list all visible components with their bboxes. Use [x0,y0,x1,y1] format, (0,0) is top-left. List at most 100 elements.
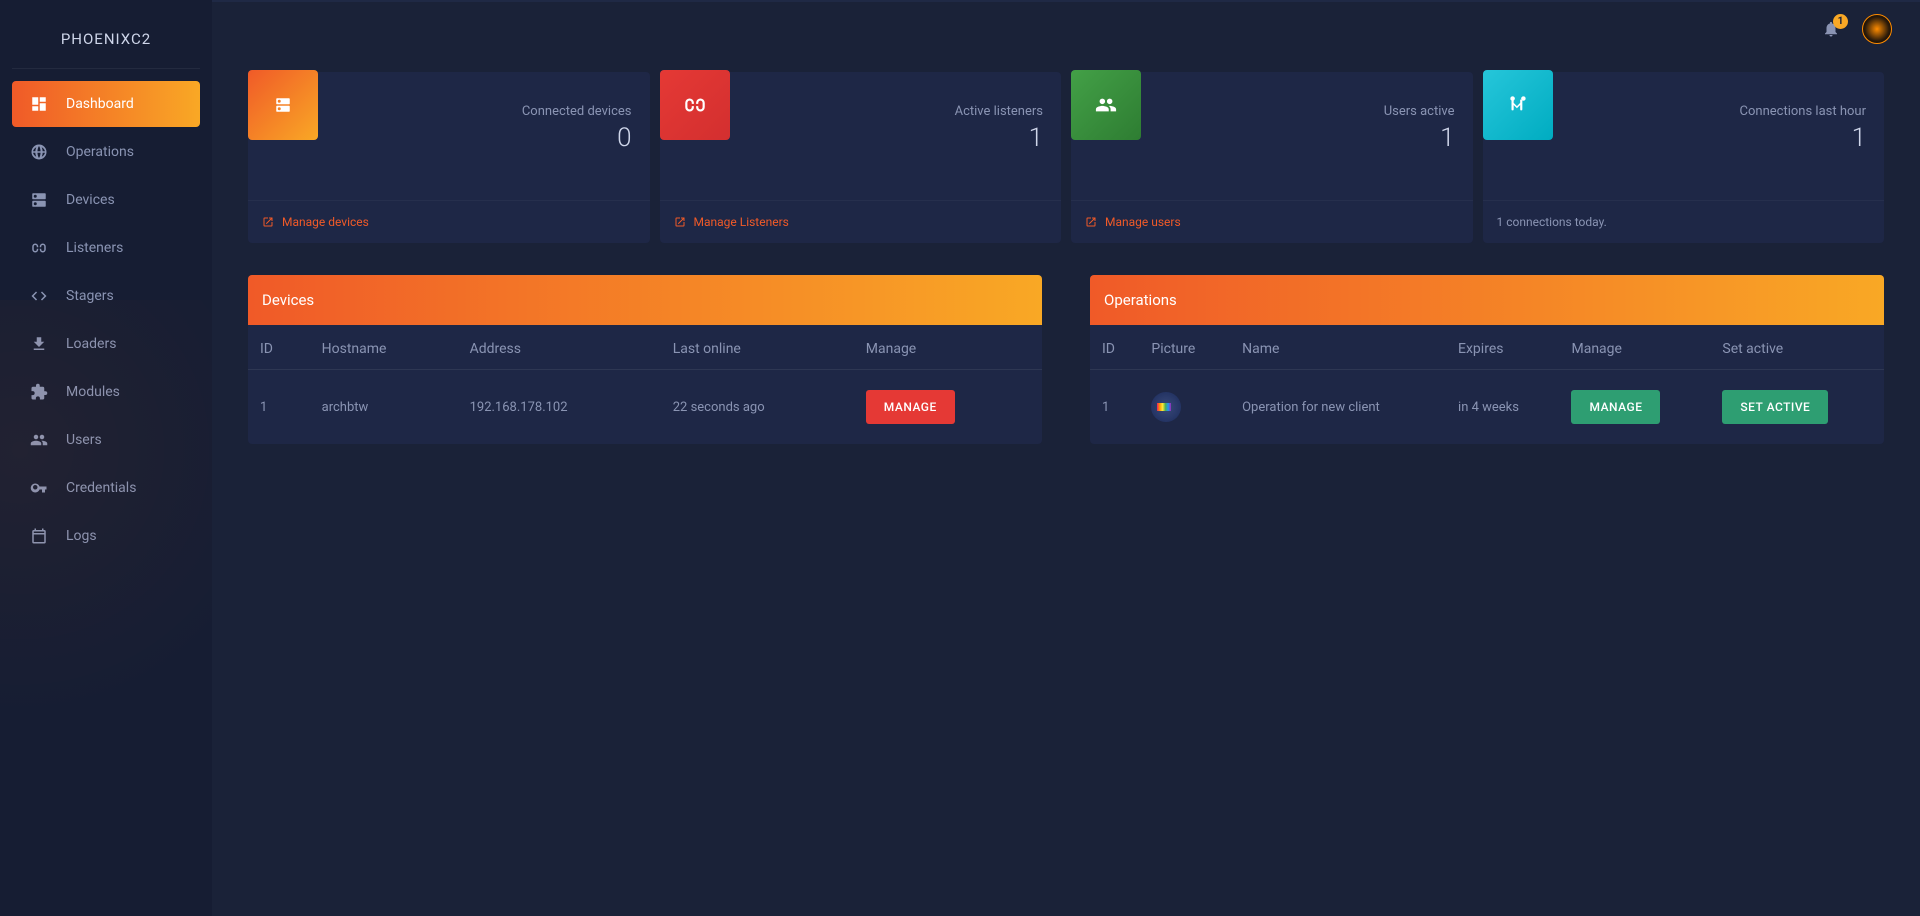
sidebar-item-label: Users [66,432,102,448]
devices-panel-title: Devices [248,275,1042,325]
cell-manage: MANAGE [854,370,1042,445]
operations-table: IDPictureNameExpiresManageSet active 1 Op… [1090,325,1884,444]
stat-label: Connections last hour [1553,104,1867,119]
dns-icon [30,191,48,209]
sidebar-item-label: Loaders [66,336,116,352]
stat-card-connections-last-hour: Connections last hour 1 1 connections toda… [1483,72,1885,243]
stat-value: 1 [1553,123,1867,153]
topbar: 1 [212,0,1920,56]
sidebar-item-loaders[interactable]: Loaders [12,321,200,367]
external-link-icon [674,216,686,228]
operations-col-manage: Manage [1559,325,1710,370]
sidebar-item-label: Stagers [66,288,114,304]
devices-panel: Devices IDHostnameAddressLast onlineMana… [248,275,1042,444]
sidebar-item-devices[interactable]: Devices [12,177,200,223]
brand-title: PHOENIXC2 [0,0,212,68]
devices-col-address: Address [458,325,661,370]
cell-picture [1139,370,1230,445]
sidebar-item-label: Listeners [66,240,123,256]
sidebar-item-logs[interactable]: Logs [12,513,200,559]
users-icon [30,431,48,449]
sidebar-item-dashboard[interactable]: Dashboard [12,81,200,127]
users-icon [1071,70,1141,140]
stat-footer: Manage Listeners [660,200,1062,243]
operation-picture [1151,392,1181,422]
operations-col-expires: Expires [1446,325,1559,370]
key-icon [30,479,48,497]
operations-col-name: Name [1230,325,1446,370]
sidebar-item-label: Dashboard [66,96,134,112]
devices-col-hostname: Hostname [310,325,458,370]
manage-operation-button[interactable]: MANAGE [1571,390,1660,424]
set-active-button[interactable]: SET ACTIVE [1722,390,1828,424]
main: 1 Connected devices 0 Manage devices Active… [212,0,1920,916]
sidebar-item-label: Logs [66,528,97,544]
notifications-button[interactable]: 1 [1822,20,1840,38]
sidebar-item-label: Operations [66,144,134,160]
external-link-icon [1085,216,1097,228]
operations-panel: Operations IDPictureNameExpiresManageSet… [1090,275,1884,444]
stat-value: 1 [1141,123,1455,153]
external-link-icon [262,216,274,228]
code-icon [30,287,48,305]
stat-label: Active listeners [730,104,1044,119]
stat-card-connected-devices: Connected devices 0 Manage devices [248,72,650,243]
extension-icon [30,383,48,401]
sidebar-item-label: Credentials [66,480,136,496]
cell-manage: MANAGE [1559,370,1710,445]
stat-footer-link[interactable]: Manage Listeners [694,215,789,229]
operations-col-picture: Picture [1139,325,1230,370]
stat-label: Connected devices [318,104,632,119]
devices-table: IDHostnameAddressLast onlineManage 1arch… [248,325,1042,444]
notifications-badge: 1 [1833,14,1848,29]
cell-hostname: archbtw [310,370,458,445]
sidebar-item-operations[interactable]: Operations [12,129,200,175]
cell-name: Operation for new client [1230,370,1446,445]
stat-footer-text: 1 connections today. [1497,215,1607,229]
sidebar-item-label: Devices [66,192,115,208]
sidebar-item-listeners[interactable]: Listeners [12,225,200,271]
nav: Dashboard Operations Devices Listeners Stage… [0,77,212,565]
sidebar-item-modules[interactable]: Modules [12,369,200,415]
cell-address: 192.168.178.102 [458,370,661,445]
devices-col-id: ID [248,325,310,370]
operations-col-id: ID [1090,325,1139,370]
devices-col-last-online: Last online [661,325,854,370]
connections-icon [1483,70,1553,140]
listener-icon [30,239,48,257]
sidebar-item-users[interactable]: Users [12,417,200,463]
divider [12,68,200,69]
table-row: 1 Operation for new clientin 4 weeks MANAG… [1090,370,1884,445]
dns-icon [248,70,318,140]
cell-id: 1 [248,370,310,445]
operations-table-header: IDPictureNameExpiresManageSet active [1090,325,1884,370]
dashboard-icon [30,95,48,113]
stat-footer-link[interactable]: Manage devices [282,215,369,229]
sidebar: PHOENIXC2 Dashboard Operations Devices List… [0,0,212,916]
operations-col-set-active: Set active [1710,325,1884,370]
devices-col-manage: Manage [854,325,1042,370]
stat-value: 1 [730,123,1044,153]
sidebar-item-stagers[interactable]: Stagers [12,273,200,319]
stat-label: Users active [1141,104,1455,119]
stat-footer-link[interactable]: Manage users [1105,215,1181,229]
operations-panel-title: Operations [1090,275,1884,325]
sidebar-item-label: Modules [66,384,120,400]
avatar[interactable] [1862,14,1892,44]
manage-device-button[interactable]: MANAGE [866,390,955,424]
calendar-icon [30,527,48,545]
cell-setactive: SET ACTIVE [1710,370,1884,445]
cell-id: 1 [1090,370,1139,445]
stat-card-active-listeners: Active listeners 1 Manage Listeners [660,72,1062,243]
stat-value: 0 [318,123,632,153]
cell-expires: in 4 weeks [1446,370,1559,445]
stats-row: Connected devices 0 Manage devices Active l… [248,72,1884,243]
globe-icon [30,143,48,161]
devices-table-header: IDHostnameAddressLast onlineManage [248,325,1042,370]
table-row: 1archbtw192.168.178.10222 seconds ago MAN… [248,370,1042,445]
cell-lastonline: 22 seconds ago [661,370,854,445]
sidebar-item-credentials[interactable]: Credentials [12,465,200,511]
listener-icon [660,70,730,140]
download-icon [30,335,48,353]
stat-footer: 1 connections today. [1483,200,1885,243]
